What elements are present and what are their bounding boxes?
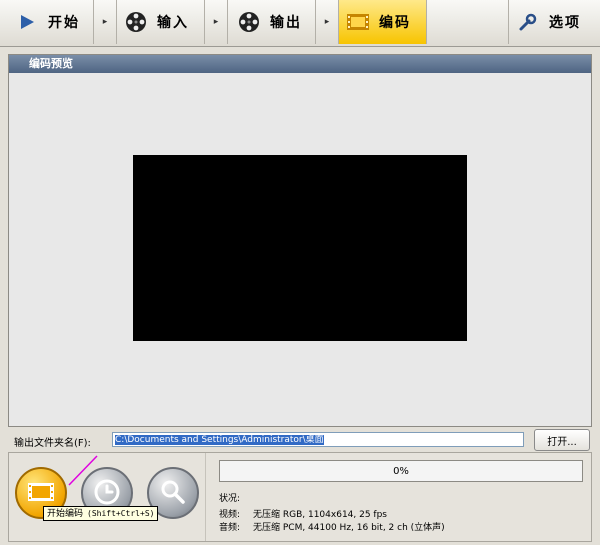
audio-label: 音频: (219, 523, 241, 533)
audio-value: 无压缩 PCM, 44100 Hz, 16 bit, 2 ch (立体声) (253, 523, 445, 533)
encode-preview-panel: 编码预览 (8, 54, 592, 427)
step-arrow-2: ▸ (205, 0, 228, 44)
output-folder-label: 输出文件夹名(F): (14, 438, 91, 449)
encode-tooltip: 开始编码 (Shift+Ctrl+S) (43, 506, 159, 521)
tooltip-shortcut: (Shift+Ctrl+S) (87, 509, 155, 518)
film-strip-icon (345, 9, 371, 35)
preview-screen (133, 155, 467, 341)
step-output[interactable]: 输出 (228, 0, 316, 44)
status-label: 状况: (219, 494, 241, 504)
step-options-label: 选项 (549, 15, 581, 31)
encode-controls: 开始编码 (Shift+Ctrl+S) 0% 状况: 视频: 无压缩 RGB, 1… (8, 452, 592, 542)
step-start[interactable]: 开始 (0, 0, 94, 44)
cursor-pointer-icon (68, 455, 98, 486)
step-encode-label: 编码 (379, 15, 411, 31)
preview-title: 编码预览 (9, 55, 591, 73)
step-input-label: 输入 (157, 15, 189, 31)
wrench-icon (515, 9, 541, 35)
output-folder-value: C:\Documents and Settings\Administrator\… (115, 435, 324, 445)
play-icon (14, 9, 40, 35)
step-options[interactable]: 选项 (508, 0, 600, 44)
audio-info: 音频: 无压缩 PCM, 44100 Hz, 16 bit, 2 ch (立体声… (219, 520, 445, 533)
step-input[interactable]: 输入 (117, 0, 205, 44)
step-arrow-1: ▸ (94, 0, 117, 44)
step-output-label: 输出 (270, 15, 302, 31)
wizard-bar: 开始 ▸ 输入 ▸ 输出 ▸ 编码 选项 (0, 0, 600, 47)
video-info: 视频: 无压缩 RGB, 1104x614, 25 fps (219, 507, 387, 520)
action-buttons: 开始编码 (Shift+Ctrl+S) (9, 453, 206, 541)
magnifier-icon (159, 478, 187, 509)
encode-progress-bar: 0% (219, 460, 583, 482)
step-start-label: 开始 (48, 15, 80, 31)
video-label: 视频: (219, 510, 241, 520)
progress-percent: 0% (393, 465, 409, 477)
step-arrow-3: ▸ (316, 0, 339, 44)
output-folder-input[interactable]: C:\Documents and Settings\Administrator\… (112, 432, 524, 447)
film-reel-icon (236, 9, 262, 35)
video-value: 无压缩 RGB, 1104x614, 25 fps (253, 510, 387, 520)
tooltip-text: 开始编码 (47, 509, 84, 519)
film-reel-icon (123, 9, 149, 35)
step-encode[interactable]: 编码 (339, 0, 427, 44)
open-folder-button[interactable]: 打开... (534, 429, 590, 451)
